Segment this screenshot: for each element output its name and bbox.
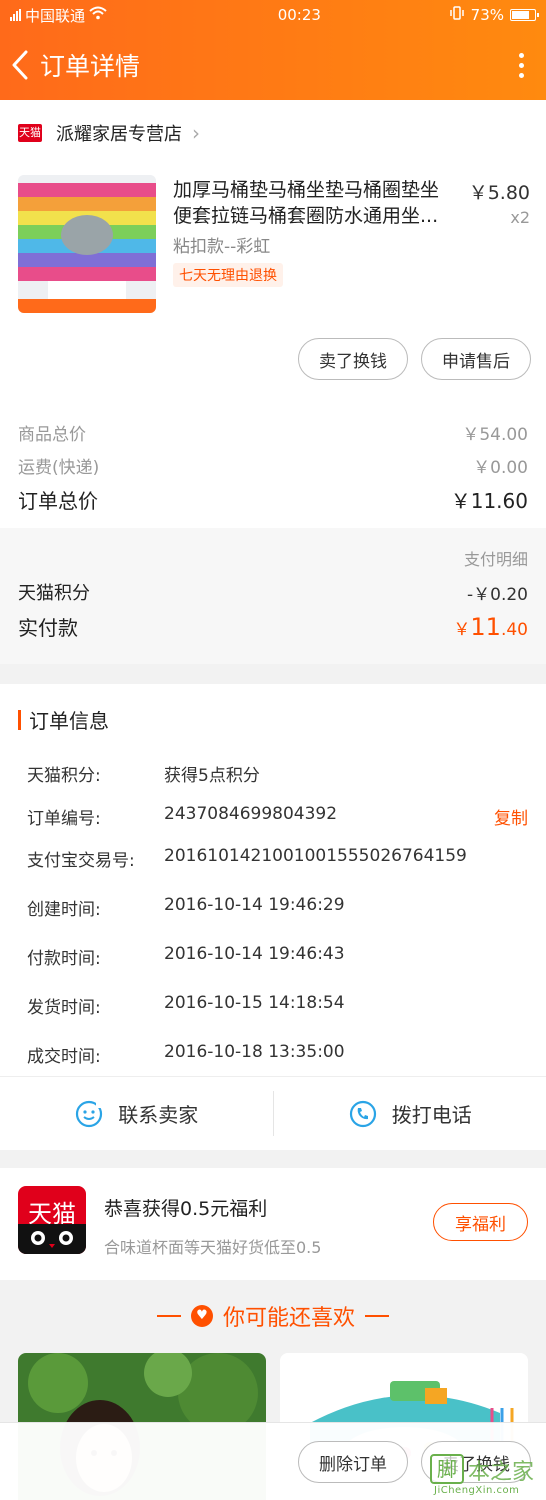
order-total-row: 订单总价 ￥11.60 [18,485,528,514]
tmall-cat-face-icon [18,1224,86,1254]
wifi-icon [89,6,107,24]
back-button[interactable] [10,45,36,85]
product-price: ￥5.80 [468,182,530,204]
order-info-header: 订单信息 [18,705,109,734]
payment-detail-link[interactable]: 支付明细 [464,546,528,570]
contact-seller-button[interactable]: 联系卖家 [0,1077,273,1150]
site-watermark: 脚 本之家 JiChengXin.com [428,1452,540,1496]
shipping-value: ￥0.00 [473,458,528,478]
claim-benefit-button[interactable]: 享福利 [433,1203,528,1241]
info-value: 2016-10-18 13:35:00 [164,1042,345,1062]
bottom-action-bar: 删除订单 卖了换钱 脚 本之家 JiChengXin.com [0,1422,546,1500]
paid-row: 实付款 ￥11.40 [18,612,528,641]
info-label: 天猫积分: [27,766,101,786]
product-sku: 粘扣款--彩虹 [173,237,271,257]
recommend-title: 你可能还喜欢 [222,1306,355,1331]
info-label: 支付宝交易号: [27,851,135,871]
shipping-label: 运费(快递) [18,458,100,478]
tmall-badge: 天猫 [18,124,42,142]
paid-decimal: .40 [500,619,528,640]
accent-bar [18,709,21,730]
tmall-logo: 天猫 [18,1186,86,1254]
recommend-header: ♥ 你可能还喜欢 [0,1300,546,1332]
phone-icon [349,1100,376,1127]
watermark-logo: 脚 [430,1454,464,1484]
goods-total-value: ￥54.00 [462,425,528,445]
paid-amount: ￥11.40 [453,613,528,641]
carrier-name: 中国联通 [25,6,86,25]
info-value: 2016-10-14 19:46:29 [164,895,345,915]
watermark-text: 本之家 [468,1460,535,1485]
decor-line-right [365,1315,389,1317]
copy-button[interactable]: 复制 [494,804,528,829]
payment-section: 支付明细 天猫积分 -￥0.20 实付款 ￥11.40 [0,528,546,664]
clock: 00:23 [277,6,321,24]
signal-icon [10,9,21,21]
order-total-label: 订单总价 [18,489,98,513]
info-value: 获得5点积分 [164,766,260,786]
info-label: 创建时间: [27,900,101,920]
points-row: 天猫积分 -￥0.20 [18,579,528,605]
contact-seller-label: 联系卖家 [118,1103,199,1127]
chevron-right-icon: › [192,121,200,145]
app-header: 中国联通 00:23 73% 订单详情 [0,0,546,100]
call-button[interactable]: 拨打电话 [274,1077,546,1150]
battery-percent: 73% [470,6,504,24]
watermark-url: JiChengXin.com [434,1485,520,1496]
info-label: 订单编号: [27,809,101,829]
decor-line-left [156,1315,181,1317]
goods-total-label: 商品总价 [18,425,86,445]
order-number: 2437084699804392 [164,804,338,824]
info-value: 2016-10-14 19:46:43 [164,944,345,964]
order-total-value: ￥11.60 [450,489,528,513]
product-image[interactable] [18,175,156,313]
info-label: 成交时间: [27,1047,101,1067]
alipay-trade-number: 2016101421001001555026764159 [164,846,467,866]
battery-icon [510,9,539,21]
delete-order-button[interactable]: 删除订单 [298,1441,408,1483]
order-info-title: 订单信息 [29,709,109,733]
sell-exchange-button[interactable]: 卖了换钱 [298,338,408,380]
paid-integer: 11 [470,612,501,641]
promo-title: 恭喜获得0.5元福利 [104,1198,268,1220]
points-label: 天猫积分 [18,583,90,604]
page-title: 订单详情 [40,52,141,81]
after-sale-button[interactable]: 申请售后 [421,338,531,380]
call-label: 拨打电话 [391,1103,472,1127]
promo-banner: 天猫 恭喜获得0.5元福利 合味道杯面等天猫好货低至0.5 享福利 [0,1168,546,1280]
store-link[interactable]: 天猫 派耀家居专营店 › [18,120,200,146]
promo-subtitle: 合味道杯面等天猫好货低至0.5 [104,1238,322,1257]
vibrate-icon [449,6,465,24]
info-label: 发货时间: [27,998,101,1018]
paid-currency: ￥ [453,619,471,640]
product-quantity: x2 [510,208,530,227]
more-menu-button[interactable] [506,45,536,85]
contact-bar: 联系卖家 拨打电话 [0,1076,546,1150]
heart-icon: ♥ [190,1305,213,1327]
nav-bar: 订单详情 [0,30,546,100]
points-value: -￥0.20 [467,584,528,605]
info-label: 付款时间: [27,949,101,969]
return-policy-tag: 七天无理由退换 [173,263,283,287]
status-bar: 中国联通 00:23 73% [0,0,546,30]
shipping-row: 运费(快递) ￥0.00 [18,453,528,478]
info-value: 2016-10-15 14:18:54 [164,993,345,1013]
chevron-left-icon [12,50,28,80]
store-name: 派耀家居专营店 [56,124,182,145]
goods-total-row: 商品总价 ￥54.00 [18,420,528,445]
product-title[interactable]: 加厚马桶垫马桶坐垫马桶圈垫坐便套拉链马桶套圈防水通用坐... [173,177,453,229]
chat-face-icon [76,1100,103,1127]
paid-label: 实付款 [18,616,78,640]
